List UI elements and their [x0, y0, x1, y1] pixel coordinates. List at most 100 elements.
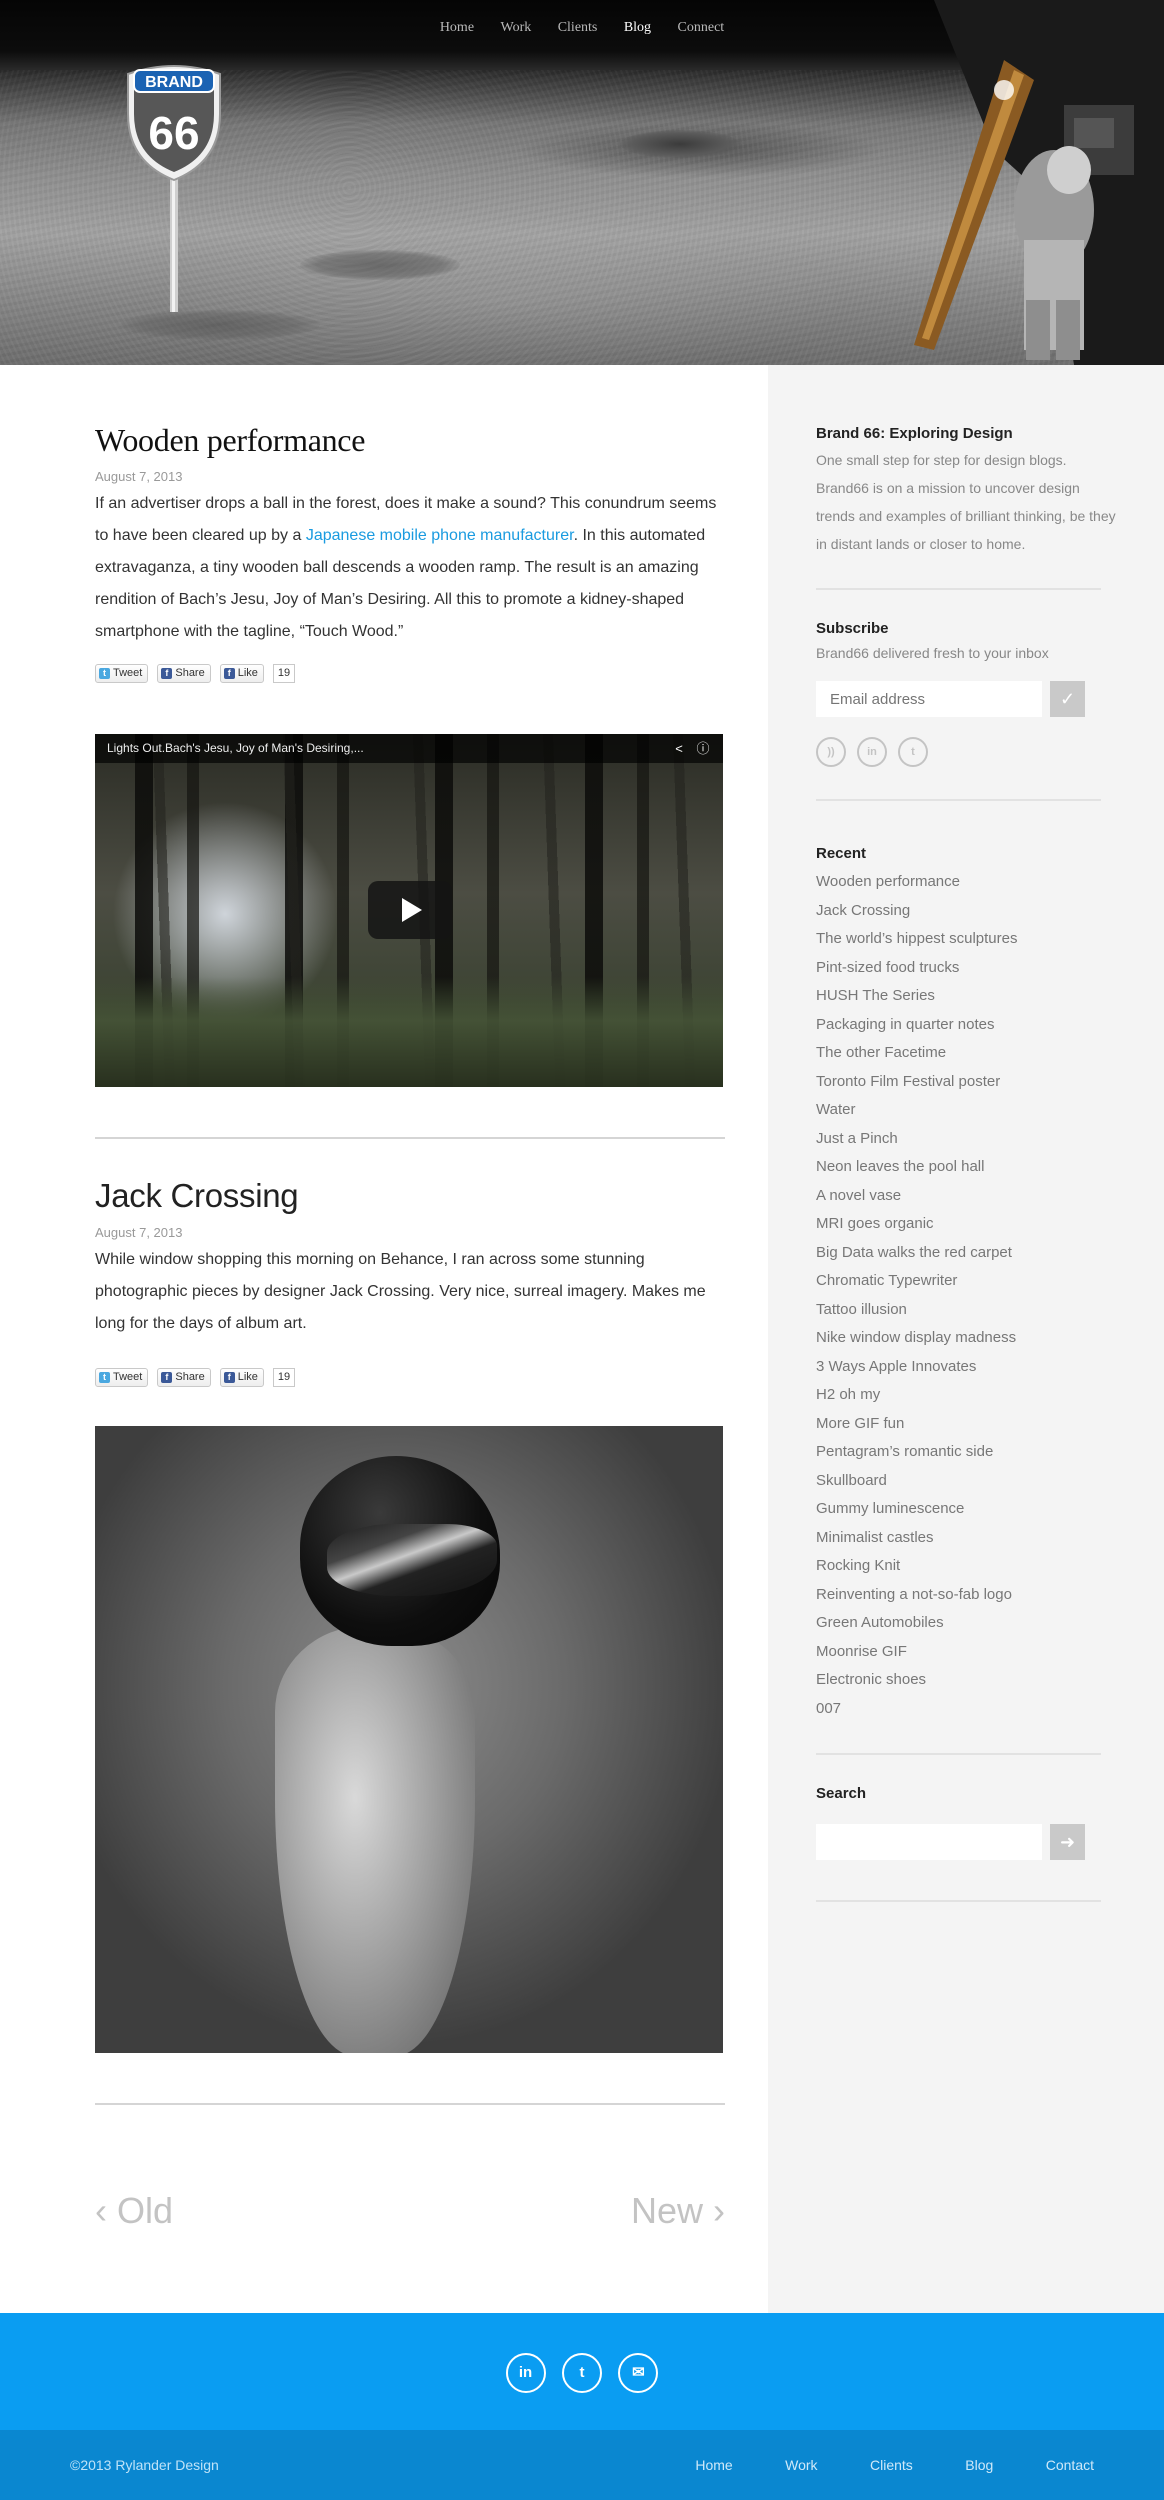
- facebook-like-button[interactable]: f Like: [219, 1367, 264, 1387]
- recent-item[interactable]: Pentagram’s romantic side: [816, 1438, 1118, 1467]
- sidebar-divider: [816, 1753, 1101, 1755]
- recent-item[interactable]: 3 Ways Apple Innovates: [816, 1353, 1118, 1382]
- email-input[interactable]: [816, 681, 1042, 717]
- logo-number-text: 66: [148, 107, 199, 159]
- social-share-row: t Tweet f Share f Like 19: [95, 1366, 725, 1388]
- rss-icon[interactable]: )): [816, 737, 846, 767]
- recent-item[interactable]: Water: [816, 1096, 1118, 1125]
- post-divider: [95, 2103, 725, 2105]
- recent-item[interactable]: Tattoo illusion: [816, 1296, 1118, 1325]
- post-title[interactable]: Jack Crossing: [95, 1177, 725, 1215]
- linkedin-icon[interactable]: in: [505, 2353, 546, 2393]
- logo-brand-text: BRAND: [145, 74, 203, 91]
- recent-item[interactable]: MRI goes organic: [816, 1210, 1118, 1239]
- footer-nav-work[interactable]: Work: [785, 2457, 817, 2473]
- post-date: August 7, 2013: [95, 1225, 183, 1240]
- subscribe-submit-button[interactable]: ✓: [1050, 681, 1085, 717]
- newer-posts-link[interactable]: New ›: [631, 2190, 725, 2232]
- recent-item[interactable]: Just a Pinch: [816, 1125, 1118, 1154]
- recent-item[interactable]: More GIF fun: [816, 1410, 1118, 1439]
- recent-item[interactable]: H2 oh my: [816, 1381, 1118, 1410]
- sidebar-divider: [816, 588, 1101, 590]
- nav-home[interactable]: Home: [440, 20, 474, 36]
- search-heading: Search: [816, 1785, 867, 1802]
- tweet-button[interactable]: t Tweet: [95, 663, 149, 683]
- facebook-icon: f: [161, 667, 173, 679]
- recent-item[interactable]: Moonrise GIF: [816, 1638, 1118, 1667]
- recent-item[interactable]: The other Facetime: [816, 1039, 1118, 1068]
- email-icon[interactable]: ✉: [618, 2353, 659, 2393]
- recent-item[interactable]: Gummy luminescence: [816, 1495, 1118, 1524]
- footer-nav-blog[interactable]: Blog: [965, 2457, 993, 2473]
- recent-item[interactable]: Pint-sized food trucks: [816, 954, 1118, 983]
- recent-item[interactable]: Nike window display madness: [816, 1324, 1118, 1353]
- facebook-share-button[interactable]: f Share: [157, 663, 211, 683]
- recent-item[interactable]: A novel vase: [816, 1182, 1118, 1211]
- recent-item[interactable]: HUSH The Series: [816, 982, 1118, 1011]
- recent-item[interactable]: Skullboard: [816, 1467, 1118, 1496]
- facebook-share-button[interactable]: f Share: [157, 1367, 211, 1387]
- subscribe-text: Brand66 delivered fresh to your inbox: [816, 645, 1049, 661]
- recent-item[interactable]: Wooden performance: [816, 868, 1118, 897]
- main-column: Wooden performance August 7, 2013 If an …: [95, 365, 725, 2231]
- footer-nav-home[interactable]: Home: [695, 2457, 732, 2473]
- recent-item[interactable]: Chromatic Typewriter: [816, 1267, 1118, 1296]
- recent-item[interactable]: Minimalist castles: [816, 1524, 1118, 1553]
- sidebar-divider: [816, 1900, 1101, 1902]
- share-icon[interactable]: <: [671, 734, 687, 763]
- subscribe-form: ✓: [816, 681, 1118, 717]
- tweet-button[interactable]: t Tweet: [95, 1367, 149, 1387]
- recent-item[interactable]: Toronto Film Festival poster: [816, 1068, 1118, 1097]
- recent-item[interactable]: Rocking Knit: [816, 1552, 1118, 1581]
- post-body: If an advertiser drops a ball in the for…: [95, 495, 717, 640]
- footer-nav-contact[interactable]: Contact: [1046, 2457, 1094, 2473]
- search-submit-button[interactable]: ➜: [1050, 1824, 1085, 1860]
- brand66-logo[interactable]: BRAND 66: [120, 62, 228, 312]
- nav-work[interactable]: Work: [500, 20, 531, 36]
- footer-nav-clients[interactable]: Clients: [870, 2457, 913, 2473]
- crater: [300, 250, 460, 280]
- post-link[interactable]: Japanese mobile phone manufacturer: [306, 527, 574, 544]
- post-body: While window shopping this morning on Be…: [95, 1251, 706, 1332]
- recent-posts-list: Wooden performance Jack Crossing The wor…: [816, 868, 1118, 1723]
- helmet-photo: [95, 1426, 723, 2053]
- info-icon[interactable]: ⓘ: [695, 734, 711, 763]
- crater: [120, 310, 320, 340]
- nav-blog[interactable]: Blog: [624, 20, 651, 36]
- recent-item[interactable]: Electronic shoes: [816, 1666, 1118, 1695]
- recent-item[interactable]: Packaging in quarter notes: [816, 1011, 1118, 1040]
- lunar-lander-image: [914, 0, 1164, 365]
- recent-item[interactable]: Neon leaves the pool hall: [816, 1153, 1118, 1182]
- recent-item[interactable]: Big Data walks the red carpet: [816, 1239, 1118, 1268]
- about-heading: Brand 66: Exploring Design: [816, 425, 1013, 442]
- top-nav: Home Work Clients Blog Connect: [0, 18, 1164, 36]
- arrow-right-icon: ➜: [1059, 1832, 1076, 1852]
- facebook-icon: f: [161, 1371, 173, 1383]
- older-posts-link[interactable]: ‹ Old: [95, 2190, 173, 2232]
- about-text: One small step for step for design blogs…: [816, 452, 1116, 552]
- search-input[interactable]: [816, 1824, 1042, 1860]
- recent-item[interactable]: The world’s hippest sculptures: [816, 925, 1118, 954]
- twitter-icon[interactable]: t: [562, 2353, 602, 2393]
- twitter-icon[interactable]: t: [898, 737, 928, 767]
- recent-item[interactable]: Reinventing a not-so-fab logo: [816, 1581, 1118, 1610]
- nav-connect[interactable]: Connect: [678, 20, 725, 36]
- recent-heading: Recent: [816, 845, 867, 862]
- post-title[interactable]: Wooden performance: [95, 422, 725, 459]
- linkedin-icon[interactable]: in: [857, 737, 887, 767]
- recent-item[interactable]: Jack Crossing: [816, 897, 1118, 926]
- facebook-icon: f: [223, 667, 235, 679]
- post-jack-crossing: Jack Crossing August 7, 2013 While windo…: [95, 1177, 725, 2053]
- play-button[interactable]: [368, 881, 452, 939]
- video-title[interactable]: Lights Out.Bach's Jesu, Joy of Man's Des…: [107, 741, 364, 755]
- facebook-like-button[interactable]: f Like: [219, 663, 264, 683]
- subscribe-social-icons: )) in t: [816, 737, 1118, 767]
- nav-clients[interactable]: Clients: [558, 20, 598, 36]
- subfooter: ©2013 Rylander Design Home Work Clients …: [0, 2430, 1164, 2500]
- video-player[interactable]: Lights Out.Bach's Jesu, Joy of Man's Des…: [95, 734, 723, 1087]
- pagination: ‹ Old New ›: [95, 2190, 725, 2250]
- footer-social-icons: in t ✉: [0, 2353, 1164, 2393]
- recent-item[interactable]: 007: [816, 1695, 1118, 1724]
- footer-nav: Home Work Clients Blog Contact: [647, 2457, 1094, 2475]
- recent-item[interactable]: Green Automobiles: [816, 1609, 1118, 1638]
